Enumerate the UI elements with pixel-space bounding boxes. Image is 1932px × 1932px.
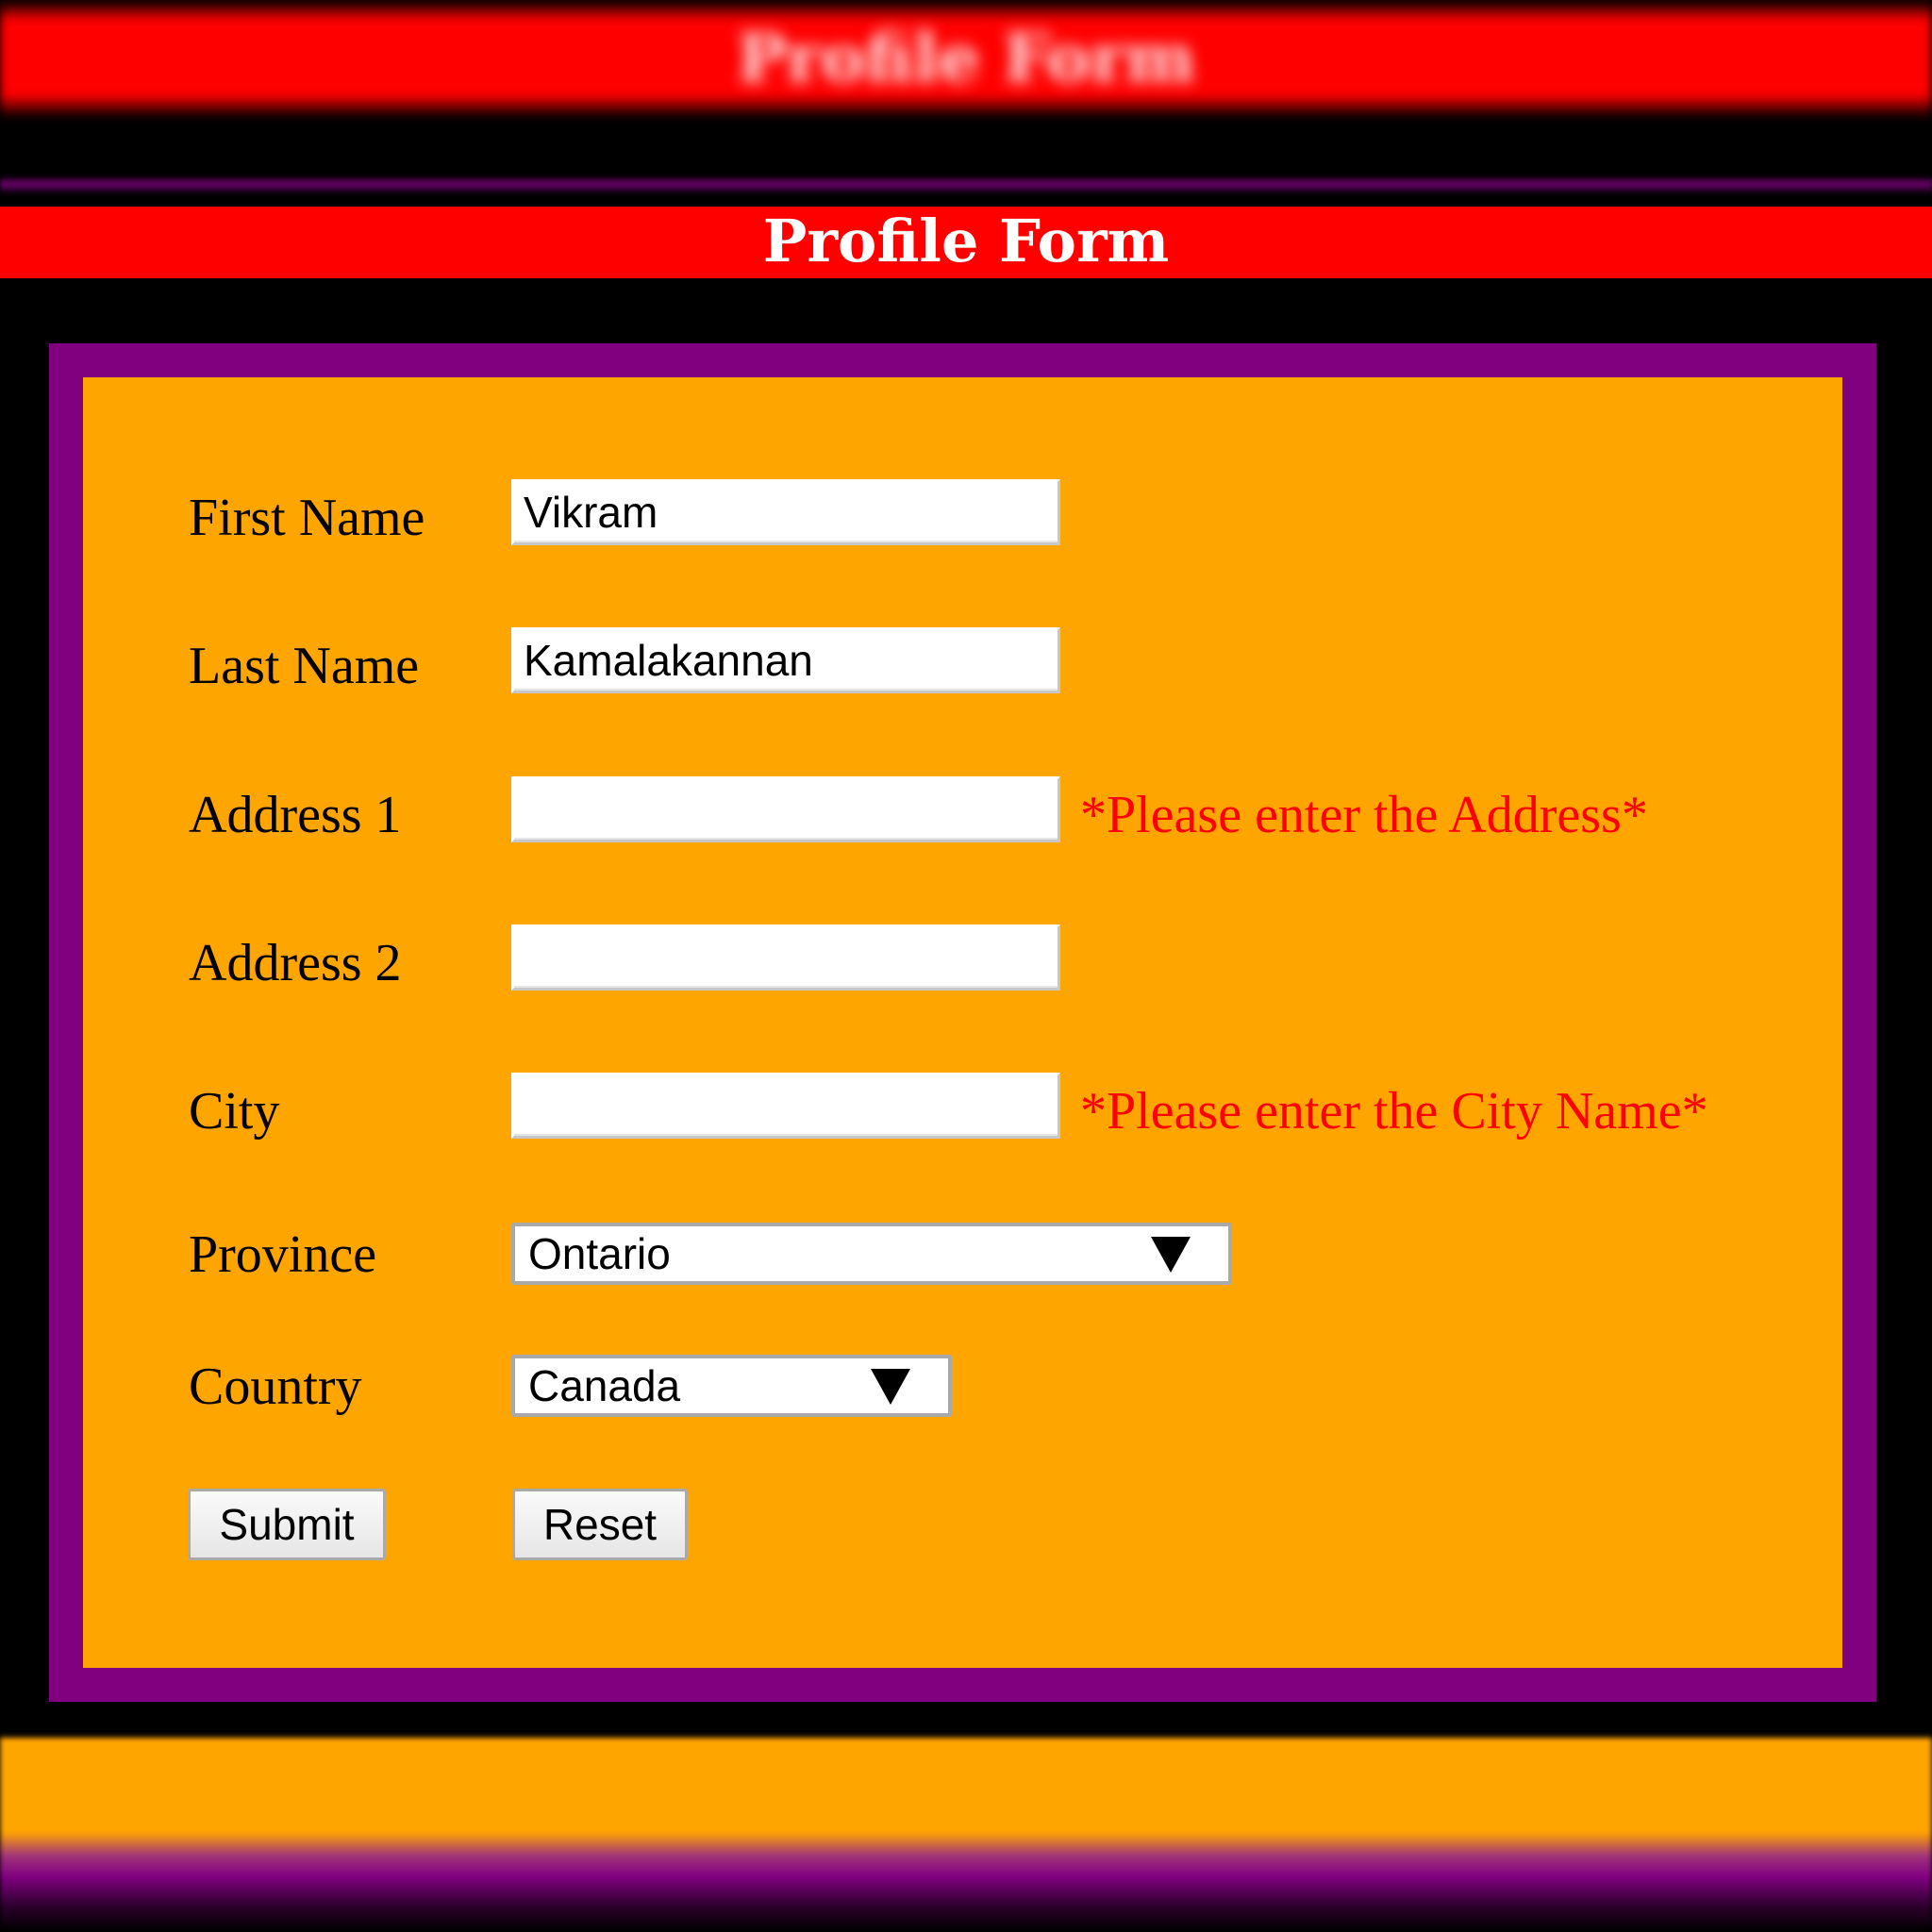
province-selected-value: Ontario bbox=[528, 1229, 671, 1278]
country-selected-value: Canada bbox=[528, 1361, 681, 1410]
address2-input[interactable] bbox=[511, 924, 1060, 991]
city-label: City bbox=[189, 1082, 280, 1141]
dropdown-arrow-icon bbox=[1151, 1237, 1191, 1273]
blurred-page-title: Profile Form bbox=[736, 19, 1196, 97]
form-panel bbox=[83, 377, 1842, 1668]
city-error: *Please enter the City Name* bbox=[1080, 1082, 1708, 1141]
address1-label: Address 1 bbox=[189, 786, 402, 844]
address2-label: Address 2 bbox=[189, 934, 402, 992]
country-select[interactable]: Canada bbox=[511, 1355, 952, 1417]
province-label: Province bbox=[189, 1225, 377, 1284]
page-title: Profile Form bbox=[762, 207, 1170, 275]
last-name-label: Last Name bbox=[189, 637, 420, 695]
city-input[interactable] bbox=[511, 1073, 1060, 1139]
country-label: Country bbox=[189, 1357, 362, 1416]
first-name-label: First Name bbox=[189, 489, 425, 547]
last-name-input[interactable] bbox=[511, 627, 1060, 693]
reset-button[interactable]: Reset bbox=[512, 1489, 688, 1560]
province-select[interactable]: Ontario bbox=[511, 1223, 1232, 1285]
first-name-input[interactable] bbox=[511, 479, 1060, 545]
dropdown-arrow-icon bbox=[871, 1369, 910, 1405]
blurred-footer-band bbox=[0, 1738, 1932, 1932]
address1-error: *Please enter the Address* bbox=[1080, 786, 1648, 844]
address1-input[interactable] bbox=[511, 776, 1060, 842]
submit-button[interactable]: Submit bbox=[188, 1489, 386, 1560]
blurred-divider bbox=[0, 175, 1932, 194]
